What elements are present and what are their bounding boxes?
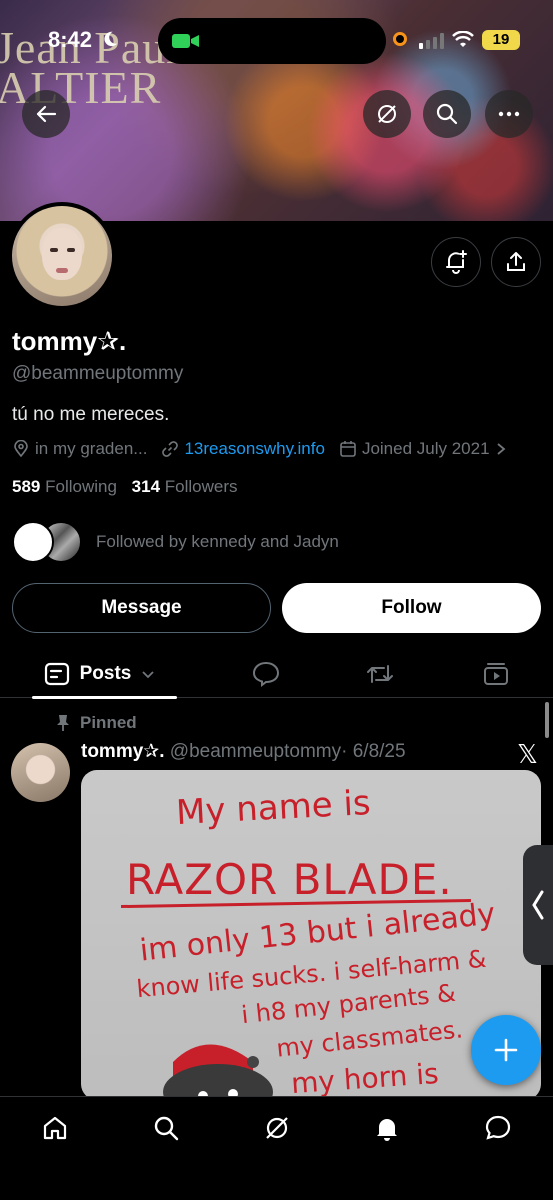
joined-text: Joined July 2021 xyxy=(361,439,490,458)
more-dots-icon xyxy=(498,111,520,117)
x-logo-icon: 𝕏 xyxy=(517,739,538,769)
website-link[interactable]: 13reasonswhy.info xyxy=(184,439,325,459)
joined-item[interactable]: Joined July 2021 xyxy=(339,439,511,459)
cellular-signal-icon xyxy=(419,33,444,49)
tab-replies[interactable] xyxy=(246,650,286,698)
more-options-button[interactable] xyxy=(485,90,533,138)
repost-icon xyxy=(367,665,393,683)
link-icon xyxy=(162,441,179,457)
scrollbar[interactable] xyxy=(545,702,549,738)
reply-bubble-icon xyxy=(252,661,280,687)
tab-media[interactable] xyxy=(476,650,516,698)
post-author-name[interactable]: tommy✰. xyxy=(81,741,165,762)
posts-icon xyxy=(44,662,69,686)
back-button[interactable] xyxy=(22,90,70,138)
calendar-icon xyxy=(340,441,356,457)
bell-plus-icon xyxy=(446,250,467,274)
profile-avatar[interactable] xyxy=(8,202,116,310)
location-pin-icon xyxy=(14,440,28,458)
grok-icon xyxy=(378,105,396,123)
battery-indicator: 19 xyxy=(482,30,520,50)
followers-link[interactable]: 314 Followers xyxy=(132,477,238,496)
profile-meta-row: in my graden... 13reasonswhy.info Joined… xyxy=(12,439,525,459)
camera-icon xyxy=(172,34,199,48)
pin-icon xyxy=(57,715,69,731)
post-header: tommy✰. @beammeuptommy· 6/8/25 xyxy=(81,740,406,763)
nav-notifications[interactable] xyxy=(372,1113,402,1143)
share-button[interactable] xyxy=(491,237,541,287)
avatar-image xyxy=(12,206,112,306)
home-icon xyxy=(43,1116,67,1140)
post-date: · 6/8/25 xyxy=(341,741,406,762)
status-time: 8:42 xyxy=(48,27,93,52)
search-icon xyxy=(436,103,458,125)
nav-home[interactable] xyxy=(40,1113,70,1143)
website-item[interactable]: 13reasonswhy.info xyxy=(161,439,325,459)
tab-posts-label: Posts xyxy=(79,663,132,684)
active-tab-indicator xyxy=(32,696,177,699)
followed-by-row[interactable]: Followed by kennedy and Jadyn xyxy=(12,520,339,564)
follow-button[interactable]: Follow xyxy=(282,583,541,633)
message-button[interactable]: Message xyxy=(12,583,271,633)
nav-grok[interactable] xyxy=(262,1113,292,1143)
search-button[interactable] xyxy=(423,90,471,138)
follower-avatar xyxy=(12,521,54,563)
follow-stats: 589 Following 314 Followers xyxy=(12,477,248,497)
side-panel-handle[interactable] xyxy=(523,845,553,965)
message-bubble-icon xyxy=(485,1115,511,1140)
chevron-left-icon xyxy=(532,890,544,920)
user-handle: @beammeuptommy xyxy=(12,363,184,384)
plus-icon xyxy=(494,1038,518,1062)
chevron-down-icon xyxy=(142,671,155,679)
profile-tabs: Posts xyxy=(0,650,553,699)
arrow-left-icon xyxy=(36,105,57,123)
profile-bio: tú no me mereces. xyxy=(12,404,170,425)
tab-posts[interactable]: Posts xyxy=(32,650,177,699)
grok-button[interactable] xyxy=(363,90,411,138)
bell-icon xyxy=(377,1119,397,1141)
grok-icon xyxy=(266,1117,288,1139)
image-text-line: RAZOR BLADE. xyxy=(126,855,453,904)
notifications-button[interactable] xyxy=(431,237,481,287)
image-text-line: My name is xyxy=(175,782,372,834)
recording-indicator-icon xyxy=(393,32,407,46)
nav-search[interactable] xyxy=(151,1113,181,1143)
chevron-right-icon xyxy=(496,443,505,455)
drawing-illustration xyxy=(163,1044,273,1100)
location-text: in my graden... xyxy=(35,439,148,458)
following-link[interactable]: 589 Following xyxy=(12,477,117,496)
nav-messages[interactable] xyxy=(483,1113,513,1143)
search-icon xyxy=(154,1116,179,1141)
bottom-navigation xyxy=(0,1096,553,1200)
share-icon xyxy=(507,252,525,271)
wifi-icon xyxy=(452,31,474,47)
location-item: in my graden... xyxy=(12,439,147,459)
tab-reposts[interactable] xyxy=(360,650,400,698)
followed-by-text: Followed by kennedy and Jadyn xyxy=(96,532,339,551)
post-author-handle[interactable]: @beammeuptommy xyxy=(170,741,341,762)
image-text-line: my horn is xyxy=(290,1056,440,1100)
display-name: tommy✰. xyxy=(12,326,127,356)
moon-icon xyxy=(104,31,118,47)
post-author-avatar[interactable] xyxy=(11,743,70,802)
pinned-label: Pinned xyxy=(56,713,137,733)
compose-post-button[interactable] xyxy=(471,1015,541,1085)
media-icon xyxy=(484,663,508,685)
